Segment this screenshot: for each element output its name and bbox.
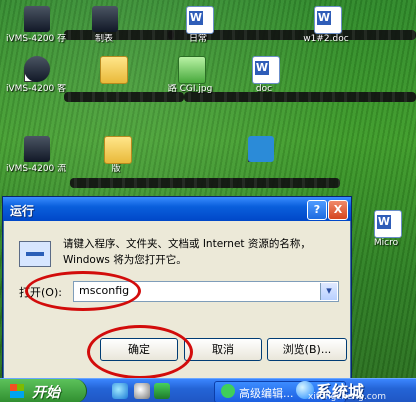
desktop-icon[interactable]: 路 CGI.jpg xyxy=(160,56,220,112)
folder-icon xyxy=(104,136,132,164)
run-icon xyxy=(19,241,51,267)
camera-icon xyxy=(24,56,50,82)
cancel-button[interactable]: 取消 xyxy=(184,338,262,361)
run-description: 请键入程序、文件夹、文档或 Internet 资源的名称，Windows 将为您… xyxy=(63,238,311,266)
word-document-icon xyxy=(374,210,402,238)
dialog-titlebar[interactable]: 运行 ? X xyxy=(3,197,351,221)
app-icon xyxy=(92,6,118,32)
desktop-icon-label: 版 xyxy=(111,164,121,174)
desktop-icon-label: doc xyxy=(255,84,273,94)
desktop-icon[interactable]: doc xyxy=(234,56,294,112)
desktop-icon-label: Micro xyxy=(373,238,399,248)
annotation-circle xyxy=(87,325,193,379)
desktop-icon-label: iVMS-4200 客户端 xyxy=(6,84,66,94)
start-button[interactable]: 开始 xyxy=(0,379,87,402)
desktop-icon[interactable]: 制表 xyxy=(74,6,134,62)
watermark-url: xitongcheng.com xyxy=(308,392,386,402)
word-document-icon xyxy=(186,6,214,34)
start-label: 开始 xyxy=(32,385,60,401)
app-icon xyxy=(221,384,235,398)
play-icon[interactable] xyxy=(154,383,170,399)
chevron-down-icon[interactable]: ▾ xyxy=(320,283,337,300)
desktop-icon-label: 路 CGI.jpg xyxy=(167,84,213,94)
share-icon xyxy=(248,136,274,162)
desktop-icon-label: iVMS-4200 流媒体 xyxy=(6,164,66,174)
desktop-icon-label: iVMS-4200 存储服务器 xyxy=(6,34,66,44)
desktop-icon[interactable] xyxy=(230,136,290,192)
desktop-icon-label: w1#2.doc xyxy=(303,34,349,44)
desktop-icon-label: 日常 xyxy=(188,34,207,44)
media-player-icon[interactable] xyxy=(134,383,150,399)
storage-server-icon xyxy=(24,6,50,32)
help-button[interactable]: ? xyxy=(307,200,327,220)
close-button[interactable]: X xyxy=(328,200,348,220)
internet-explorer-icon[interactable] xyxy=(112,383,128,399)
jpeg-file-icon xyxy=(178,56,206,84)
run-dialog: 运行 ? X 请键入程序、文件夹、文档或 Internet 资源的名称，Wind… xyxy=(2,196,352,380)
desktop-icon-label: 制表 xyxy=(94,34,113,44)
word-document-icon xyxy=(252,56,280,84)
dialog-title: 运行 xyxy=(10,204,35,218)
watermark: 系统城 xitongcheng.com xyxy=(296,378,416,402)
desktop-icon[interactable]: 版 xyxy=(86,136,146,192)
stream-media-icon xyxy=(24,136,50,162)
taskbar-item-label: 高级编辑... xyxy=(239,387,294,400)
desktop: iVMS-4200 存储服务器 制表 日常 w1#2.doc iVMS-4200… xyxy=(0,0,416,402)
desktop-icon[interactable]: w1#2.doc xyxy=(296,6,356,62)
desktop-icon[interactable]: iVMS-4200 存储服务器 xyxy=(6,6,66,62)
word-document-icon xyxy=(314,6,342,34)
desktop-icon[interactable]: iVMS-4200 流媒体 xyxy=(6,136,66,192)
browse-button[interactable]: 浏览(B)... xyxy=(267,338,347,361)
folder-icon xyxy=(100,56,128,84)
desktop-icon[interactable]: iVMS-4200 客户端 xyxy=(6,56,66,112)
desktop-icon[interactable]: 日常 xyxy=(168,6,228,62)
annotation-circle xyxy=(25,271,141,311)
windows-logo-icon xyxy=(10,384,24,398)
desktop-icon[interactable]: Micro xyxy=(356,210,416,266)
desktop-icon[interactable] xyxy=(82,56,142,112)
